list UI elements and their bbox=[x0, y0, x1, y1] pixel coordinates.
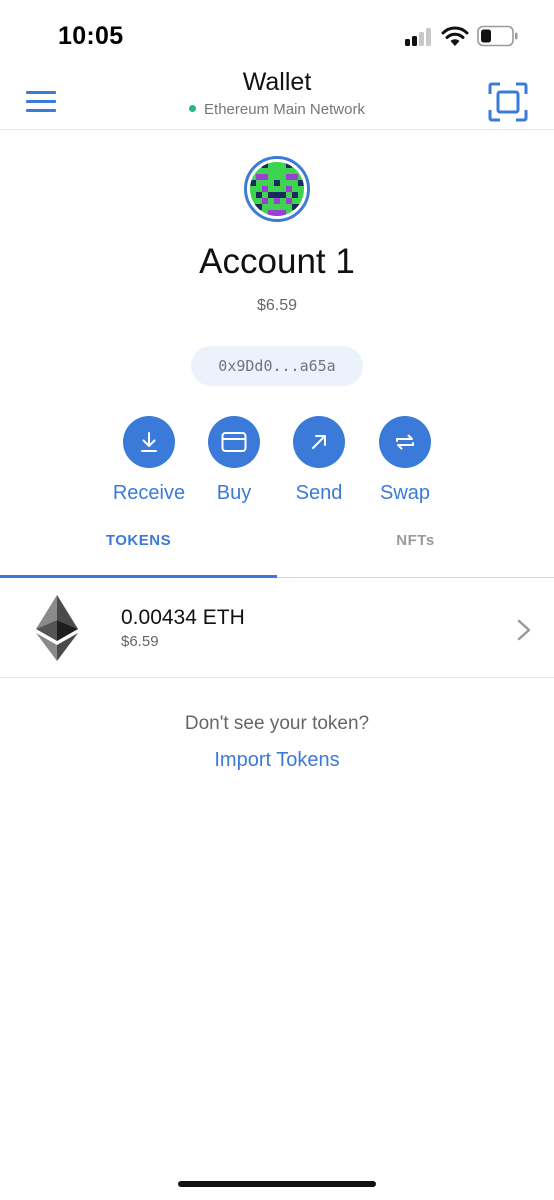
arrow-up-right-icon bbox=[312, 435, 326, 449]
page-title: Wallet bbox=[242, 68, 312, 96]
app-header: Wallet Ethereum Main Network bbox=[0, 62, 554, 130]
tab-nfts[interactable]: NFTs bbox=[277, 520, 554, 577]
home-indicator[interactable] bbox=[178, 1181, 376, 1187]
wifi-icon bbox=[441, 26, 469, 46]
send-label: Send bbox=[295, 482, 343, 504]
token-row-eth[interactable]: 0.00434 ETH $6.59 bbox=[0, 578, 554, 678]
tab-tokens[interactable]: TOKENS bbox=[0, 520, 277, 577]
chevron-right-icon bbox=[517, 619, 531, 641]
account-address-button[interactable]: 0x9Dd0...a65a bbox=[191, 346, 363, 386]
swap-label: Swap bbox=[379, 482, 431, 504]
token-amount: 0.00434 ETH bbox=[121, 606, 245, 629]
swap-button[interactable]: Swap bbox=[355, 416, 455, 505]
account-avatar[interactable] bbox=[244, 156, 310, 222]
network-name: Ethereum Main Network bbox=[204, 101, 365, 118]
account-name[interactable]: Account 1 bbox=[0, 242, 554, 282]
swap-icon bbox=[396, 434, 414, 450]
import-tokens-link[interactable]: Import Tokens bbox=[0, 749, 554, 772]
account-balance: $6.59 bbox=[256, 297, 298, 314]
send-button[interactable]: Send bbox=[269, 416, 369, 505]
network-indicator[interactable]: Ethereum Main Network bbox=[0, 101, 554, 118]
ethereum-icon bbox=[36, 595, 78, 661]
identicon bbox=[250, 162, 304, 216]
cellular-signal-icon bbox=[405, 28, 435, 46]
asset-tabs: TOKENS NFTs bbox=[0, 520, 554, 578]
network-status-dot bbox=[189, 104, 197, 112]
card-icon bbox=[221, 432, 247, 452]
scan-qr-icon[interactable] bbox=[488, 82, 528, 122]
missing-token-prompt: Don't see your token? bbox=[184, 713, 370, 734]
download-icon bbox=[141, 432, 157, 452]
status-bar: 10:05 bbox=[0, 0, 554, 70]
token-fiat-value: $6.59 bbox=[121, 633, 159, 650]
battery-icon bbox=[477, 25, 518, 47]
status-time: 10:05 bbox=[58, 22, 124, 50]
